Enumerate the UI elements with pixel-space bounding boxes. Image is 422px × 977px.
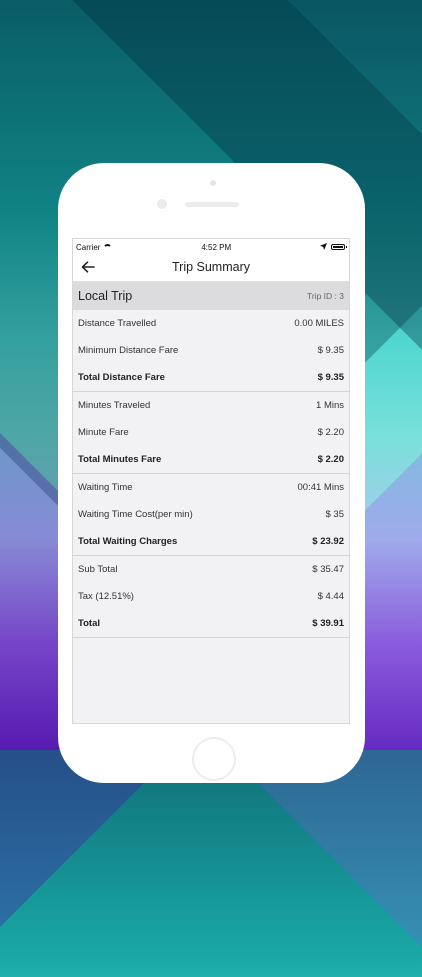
trip-header: Local Trip Trip ID : 3 xyxy=(73,282,349,310)
fare-value: $ 9.35 xyxy=(317,345,344,356)
status-bar: Carrier 4:52 PM xyxy=(73,239,349,253)
fare-row: Sub Total $ 35.47 xyxy=(73,556,349,583)
carrier-label: Carrier xyxy=(76,242,101,252)
arrow-left-icon xyxy=(81,261,95,273)
fare-total-row: Total Minutes Fare $ 2.20 xyxy=(73,446,349,473)
fare-row: Waiting Time Cost(per min) $ 35 xyxy=(73,501,349,528)
fare-value: $ 23.92 xyxy=(312,536,344,547)
fare-label: Sub Total xyxy=(78,564,118,575)
fare-value: $ 4.44 xyxy=(317,591,344,602)
fare-label: Tax (12.51%) xyxy=(78,591,134,602)
wifi-icon xyxy=(103,244,113,250)
fare-row: Minute Fare $ 2.20 xyxy=(73,419,349,446)
fare-label: Total Minutes Fare xyxy=(78,454,162,465)
status-time: 4:52 PM xyxy=(201,242,232,252)
fare-row: Waiting Time 00:41 Mins xyxy=(73,474,349,501)
fare-label: Minimum Distance Fare xyxy=(78,345,179,356)
home-button[interactable] xyxy=(192,737,236,781)
fare-row: Tax (12.51%) $ 4.44 xyxy=(73,583,349,610)
location-arrow-icon xyxy=(320,242,327,252)
navigation-bar: Trip Summary xyxy=(73,253,349,282)
trip-id-label: Trip ID : 3 xyxy=(307,291,344,301)
fare-label: Waiting Time Cost(per min) xyxy=(78,509,193,520)
app-screen: Carrier 4:52 PM Trip Summary Local Trip … xyxy=(72,238,350,724)
battery-icon xyxy=(331,244,347,250)
fare-value: $ 35.47 xyxy=(312,564,344,575)
trip-type-label: Local Trip xyxy=(78,289,133,303)
fare-value: 1 Mins xyxy=(316,400,344,411)
phone-speaker xyxy=(185,202,239,207)
grand-total-row: Total $ 39.91 xyxy=(73,610,349,637)
minutes-fare-group: Minutes Traveled 1 Mins Minute Fare $ 2.… xyxy=(73,392,349,474)
fare-value: $ 2.20 xyxy=(317,427,344,438)
totals-group: Sub Total $ 35.47 Tax (12.51%) $ 4.44 To… xyxy=(73,556,349,638)
fare-value: $ 35 xyxy=(325,509,345,520)
fare-label: Distance Travelled xyxy=(78,318,157,329)
fare-value: $ 9.35 xyxy=(317,372,344,383)
fare-row: Distance Travelled 0.00 MILES xyxy=(73,310,349,337)
phone-frame: Carrier 4:52 PM Trip Summary Local Trip … xyxy=(58,163,365,783)
fare-value: 0.00 MILES xyxy=(294,318,344,329)
fare-total-row: Total Waiting Charges $ 23.92 xyxy=(73,528,349,555)
fare-label: Minutes Traveled xyxy=(78,400,151,411)
fare-value: $ 39.91 xyxy=(312,618,344,629)
phone-camera xyxy=(157,199,167,209)
page-title: Trip Summary xyxy=(171,260,250,274)
back-button[interactable] xyxy=(79,258,97,276)
waiting-charges-group: Waiting Time 00:41 Mins Waiting Time Cos… xyxy=(73,474,349,556)
fare-row: Minimum Distance Fare $ 9.35 xyxy=(73,337,349,364)
fare-label: Total Waiting Charges xyxy=(78,536,178,547)
fare-value: $ 2.20 xyxy=(317,454,344,465)
phone-sensor xyxy=(210,180,216,186)
fare-row: Minutes Traveled 1 Mins xyxy=(73,392,349,419)
fare-label: Total xyxy=(78,618,100,629)
fare-total-row: Total Distance Fare $ 9.35 xyxy=(73,364,349,391)
fare-label: Minute Fare xyxy=(78,427,129,438)
fare-label: Total Distance Fare xyxy=(78,372,165,383)
distance-fare-group: Distance Travelled 0.00 MILES Minimum Di… xyxy=(73,310,349,392)
fare-value: 00:41 Mins xyxy=(297,482,344,493)
fare-label: Waiting Time xyxy=(78,482,133,493)
